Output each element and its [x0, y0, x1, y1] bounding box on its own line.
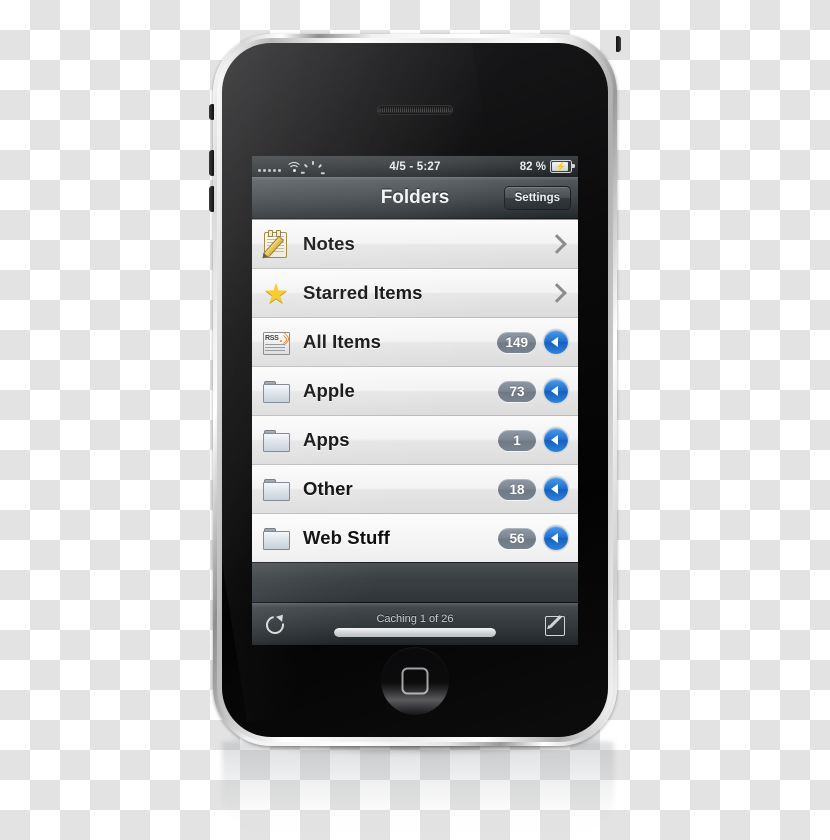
mute-switch-button[interactable]: [209, 104, 214, 120]
list-item-apple[interactable]: Apple 73: [252, 367, 578, 416]
list-item-label: Apps: [303, 429, 350, 450]
home-square-icon: [401, 667, 429, 695]
activity-spinner-icon: [301, 160, 326, 185]
chevron-right-icon: [547, 234, 567, 254]
list-item-label: Apple: [303, 380, 355, 401]
navigation-bar: Folders Settings: [252, 177, 578, 219]
list-item-all-items[interactable]: RSS All Items 149: [252, 318, 578, 367]
list-empty-area: [252, 562, 578, 602]
unread-count-badge: 1: [498, 429, 536, 451]
unread-count-badge: 18: [498, 478, 536, 500]
unread-count-badge: 73: [498, 380, 536, 402]
folder-icon: [261, 523, 291, 553]
bottom-toolbar: Caching 1 of 26: [252, 602, 578, 645]
battery-charging-icon: ⚡: [550, 160, 575, 173]
signal-dots-icon: [258, 161, 281, 172]
list-item-label: Web Stuff: [303, 527, 390, 548]
caching-status-label: Caching 1 of 26: [376, 612, 454, 625]
list-item-apps[interactable]: Apps 1: [252, 416, 578, 465]
list-item-label: Starred Items: [303, 282, 423, 303]
list-item-web-stuff[interactable]: Web Stuff 56: [252, 514, 578, 562]
folder-icon: [261, 425, 291, 455]
progress-bar-fill: [334, 627, 496, 637]
earpiece-speaker-icon: [377, 105, 453, 114]
list-item-label: All Items: [303, 331, 382, 352]
compose-icon[interactable]: [544, 614, 566, 636]
disclosure-button[interactable]: [544, 379, 568, 403]
unread-count-badge: 149: [497, 331, 536, 353]
phone-screen: 4/5 - 5:27 82 % ⚡ Folders Settings Notes…: [252, 156, 578, 645]
page-title: Folders: [380, 186, 450, 208]
refresh-icon[interactable]: [262, 611, 288, 638]
disclosure-button[interactable]: [544, 428, 568, 452]
star-icon: ★: [263, 278, 289, 309]
volume-down-button[interactable]: [209, 186, 214, 212]
disclosure-button[interactable]: [544, 477, 568, 501]
battery-percent-label: 82 %: [519, 160, 546, 173]
notepad-pencil-icon: [261, 229, 291, 259]
phone-reflection: [222, 742, 614, 837]
status-bar-right: 82 % ⚡: [519, 160, 575, 173]
progress-bar: [334, 627, 496, 637]
caching-status: Caching 1 of 26: [300, 613, 530, 637]
rss-newspaper-icon: RSS: [261, 327, 292, 357]
status-bar-left: [258, 160, 326, 185]
folder-icon: [261, 376, 291, 406]
home-button[interactable]: [381, 647, 449, 715]
list-item-label: Notes: [303, 233, 355, 254]
phone-body: 4/5 - 5:27 82 % ⚡ Folders Settings Notes…: [222, 43, 608, 737]
folders-list: Notes ★ Starred Items RSS All Items 149 …: [252, 219, 578, 562]
phone-device: 4/5 - 5:27 82 % ⚡ Folders Settings Notes…: [209, 34, 621, 754]
status-bar: 4/5 - 5:27 82 % ⚡: [252, 156, 578, 185]
chevron-right-icon: [547, 283, 567, 303]
unread-count-badge: 56: [498, 527, 536, 549]
settings-button[interactable]: Settings: [503, 185, 571, 210]
list-item-starred-items[interactable]: ★ Starred Items: [252, 269, 578, 318]
volume-up-button[interactable]: [209, 150, 214, 176]
power-button[interactable]: [616, 36, 621, 52]
wifi-icon: [286, 161, 302, 172]
folder-icon: [261, 474, 291, 504]
disclosure-button[interactable]: [544, 330, 568, 354]
list-item-notes[interactable]: Notes: [252, 220, 578, 269]
screen-content: Notes ★ Starred Items RSS All Items 149 …: [252, 219, 578, 645]
list-item-other[interactable]: Other 18: [252, 465, 578, 514]
disclosure-button[interactable]: [544, 526, 568, 550]
list-item-label: Other: [303, 478, 353, 499]
